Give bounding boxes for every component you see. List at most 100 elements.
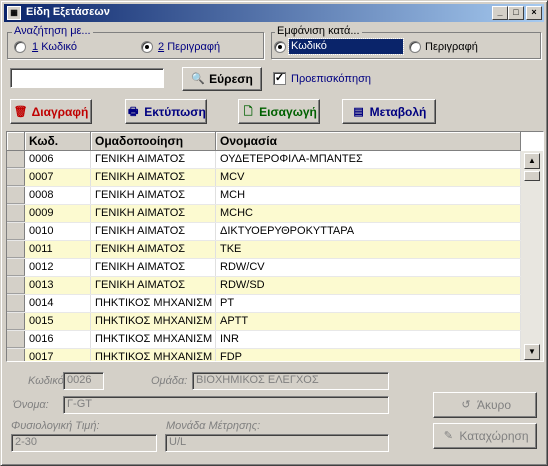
cell-group[interactable]: ΠΗΚΤΙΚΟΣ ΜΗΧΑΝΙΣΜ [91,349,216,361]
display-by-label: Εμφάνιση κατά... [275,25,362,37]
cell-name[interactable]: FDP [216,349,521,361]
group-field[interactable]: ΒΙΟΧΗΜΙΚΟΣ ΕΛΕΓΧΟΣ [192,372,389,390]
normal-value-field[interactable]: 2-30 [11,434,157,452]
print-button[interactable]: 🖶 Εκτύπωση [125,99,207,124]
row-selector[interactable] [7,187,25,204]
row-selector[interactable] [7,169,25,186]
magnifier-icon: 🔍 [191,73,206,85]
row-selector[interactable] [7,313,25,330]
table-row[interactable]: 0014 ΠΗΚΤΙΚΟΣ ΜΗΧΑΝΙΣΜ PT [7,295,521,313]
scroll-thumb[interactable] [524,171,540,181]
row-selector[interactable] [7,223,25,240]
column-header-code[interactable]: Κωδ. [25,132,91,151]
cell-group[interactable]: ΓΕΝΙΚΗ ΑΙΜΑΤΟΣ [91,151,216,168]
cell-name[interactable]: INR [216,331,521,348]
table-row[interactable]: 0013 ΓΕΝΙΚΗ ΑΙΜΑΤΟΣ RDW/SD [7,277,521,295]
cell-code[interactable]: 0011 [25,241,91,258]
cell-name[interactable]: PT [216,295,521,312]
table-row[interactable]: 0012 ΓΕΝΙΚΗ ΑΙΜΑΤΟΣ RDW/CV [7,259,521,277]
table-row[interactable]: 0007 ΓΕΝΙΚΗ ΑΙΜΑΤΟΣ MCV [7,169,521,187]
preview-checkbox[interactable]: ✓ [273,72,286,85]
cell-code[interactable]: 0009 [25,205,91,222]
cell-group[interactable]: ΠΗΚΤΙΚΟΣ ΜΗΧΑΝΙΣΜ [91,313,216,330]
name-field[interactable]: Γ-GT [63,396,389,414]
cell-group[interactable]: ΠΗΚΤΙΚΟΣ ΜΗΧΑΝΙΣΜ [91,331,216,348]
save-button[interactable]: ✎ Καταχώρηση [433,423,537,449]
maximize-icon[interactable]: □ [508,6,524,20]
unit-field[interactable]: U/L [165,434,389,452]
search-by-code-radio[interactable] [14,41,26,53]
cell-name[interactable]: MCHC [216,205,521,222]
cell-code[interactable]: 0006 [25,151,91,168]
table-row[interactable]: 0006 ΓΕΝΙΚΗ ΑΙΜΑΤΟΣ ΟΥΔΕΤΕΡΟΦΙΛΑ-ΜΠΑΝΤΕΣ [7,151,521,169]
cell-group[interactable]: ΓΕΝΙΚΗ ΑΙΜΑΤΟΣ [91,223,216,240]
cell-code[interactable]: 0016 [25,331,91,348]
display-by-code-radio[interactable] [274,41,286,53]
table-row[interactable]: 0017 ΠΗΚΤΙΚΟΣ ΜΗΧΑΝΙΣΜ FDP [7,349,521,361]
insert-button[interactable]: 🗋 Εισαγωγή [238,99,320,124]
cell-code[interactable]: 0015 [25,313,91,330]
row-selector[interactable] [7,151,25,168]
vertical-scrollbar[interactable]: ▲ ▼ [521,151,543,361]
row-selector[interactable] [7,205,25,222]
display-by-code-label[interactable]: Κωδικό [288,38,404,55]
table-header: Κωδ. Ομαδοποοίηση Ονομασία [7,132,521,151]
row-selector-header [7,132,25,151]
window-title: Είδη Εξετάσεων [26,6,110,18]
table-row[interactable]: 0011 ΓΕΝΙΚΗ ΑΙΜΑΤΟΣ ΤΚΕ [7,241,521,259]
table-row[interactable]: 0016 ΠΗΚΤΙΚΟΣ ΜΗΧΑΝΙΣΜ INR [7,331,521,349]
scroll-up-icon[interactable]: ▲ [524,153,540,169]
cell-group[interactable]: ΓΕΝΙΚΗ ΑΙΜΑΤΟΣ [91,205,216,222]
close-icon[interactable]: × [526,6,542,20]
cell-name[interactable]: ΔΙΚΤΥΟΕΡΥΘΡΟΚΥΤΤΑΡΑ [216,223,521,240]
display-by-description-label[interactable]: Περιγραφή [425,41,478,53]
row-selector[interactable] [7,277,25,294]
table-row[interactable]: 0008 ΓΕΝΙΚΗ ΑΙΜΑΤΟΣ MCH [7,187,521,205]
cell-group[interactable]: ΓΕΝΙΚΗ ΑΙΜΑΤΟΣ [91,241,216,258]
cell-code[interactable]: 0010 [25,223,91,240]
cell-code[interactable]: 0007 [25,169,91,186]
search-by-code-label[interactable]: 1 Κωδικό [32,41,77,53]
cell-group[interactable]: ΓΕΝΙΚΗ ΑΙΜΑΤΟΣ [91,277,216,294]
search-input[interactable] [10,68,164,88]
cell-name[interactable]: RDW/CV [216,259,521,276]
delete-button[interactable]: 🗑 Διαγραφή [10,99,92,124]
search-by-description-label[interactable]: 2 Περιγραφή [158,41,220,53]
cancel-button[interactable]: ↺ Άκυρο [433,392,537,418]
title-bar[interactable]: ▦ Είδη Εξετάσεων _ □ × [4,4,544,22]
cell-code[interactable]: 0017 [25,349,91,361]
code-field[interactable]: 0026 [63,372,104,390]
cell-code[interactable]: 0012 [25,259,91,276]
table-row[interactable]: 0010 ΓΕΝΙΚΗ ΑΙΜΑΤΟΣ ΔΙΚΤΥΟΕΡΥΘΡΟΚΥΤΤΑΡΑ [7,223,521,241]
column-header-group[interactable]: Ομαδοποοίηση [91,132,216,151]
cell-code[interactable]: 0008 [25,187,91,204]
edit-button[interactable]: ▤ Μεταβολή [342,99,436,124]
table-row[interactable]: 0015 ΠΗΚΤΙΚΟΣ ΜΗΧΑΝΙΣΜ APTT [7,313,521,331]
search-by-description-radio[interactable] [141,41,153,53]
display-by-description-radio[interactable] [409,41,421,53]
cell-code[interactable]: 0014 [25,295,91,312]
cell-group[interactable]: ΓΕΝΙΚΗ ΑΙΜΑΤΟΣ [91,259,216,276]
row-selector[interactable] [7,295,25,312]
table-row[interactable]: 0009 ΓΕΝΙΚΗ ΑΙΜΑΤΟΣ MCHC [7,205,521,223]
search-by-label: Αναζήτηση με... [12,25,93,37]
find-button[interactable]: 🔍 Εύρεση [182,67,262,91]
scroll-down-icon[interactable]: ▼ [524,344,540,360]
cell-name[interactable]: RDW/SD [216,277,521,294]
cell-name[interactable]: ΤΚΕ [216,241,521,258]
row-selector[interactable] [7,241,25,258]
group-label: Ομάδα: [151,375,188,387]
cell-group[interactable]: ΠΗΚΤΙΚΟΣ ΜΗΧΑΝΙΣΜ [91,295,216,312]
cell-name[interactable]: MCH [216,187,521,204]
row-selector[interactable] [7,331,25,348]
column-header-name[interactable]: Ονομασία [216,132,521,151]
cell-code[interactable]: 0013 [25,277,91,294]
cell-group[interactable]: ΓΕΝΙΚΗ ΑΙΜΑΤΟΣ [91,169,216,186]
minimize-icon[interactable]: _ [492,6,508,20]
cell-name[interactable]: APTT [216,313,521,330]
cell-group[interactable]: ΓΕΝΙΚΗ ΑΙΜΑΤΟΣ [91,187,216,204]
cell-name[interactable]: MCV [216,169,521,186]
row-selector[interactable] [7,259,25,276]
row-selector[interactable] [7,349,25,361]
cell-name[interactable]: ΟΥΔΕΤΕΡΟΦΙΛΑ-ΜΠΑΝΤΕΣ [216,151,521,168]
